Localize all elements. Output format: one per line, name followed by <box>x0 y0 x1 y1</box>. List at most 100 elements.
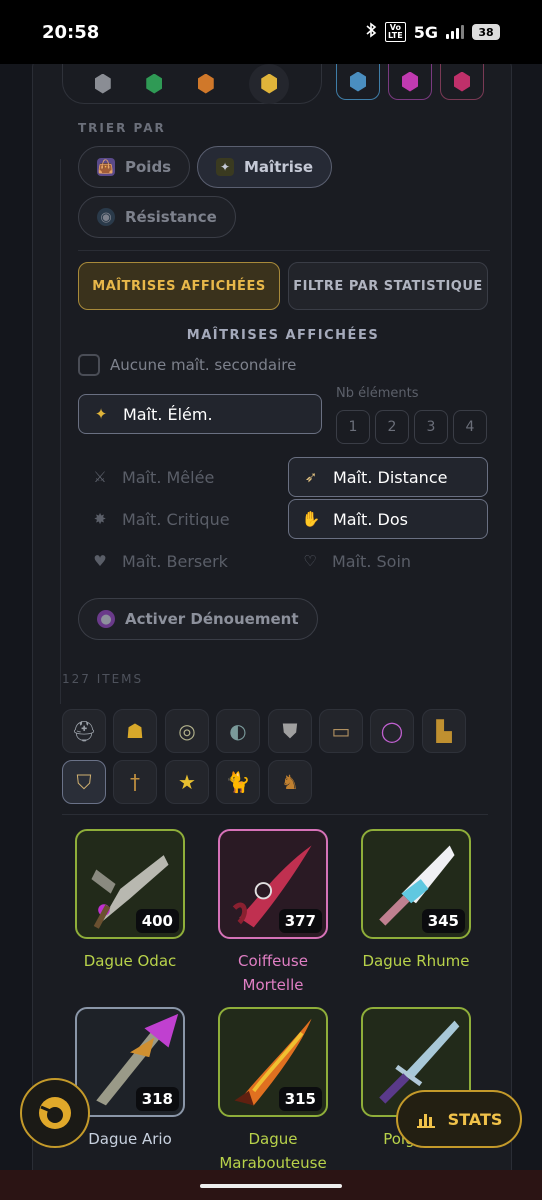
tab-shown-masteries[interactable]: MAÎTRISES AFFICHÉES <box>78 262 280 310</box>
mastery-berserk-toggle[interactable]: ♥ Maît. Berserk <box>78 541 278 581</box>
category-amulet[interactable]: ◎ <box>165 709 209 753</box>
gem-pink-icon <box>454 71 470 92</box>
sort-weight-button[interactable]: 👜 Poids <box>78 146 191 188</box>
mastery-critical-toggle[interactable]: ✸ Maît. Critique <box>78 499 278 539</box>
mount-icon: ♞ <box>281 770 299 794</box>
gem-gold-icon <box>261 73 278 94</box>
critical-icon: ✸ <box>93 510 107 528</box>
mastery-distance-toggle[interactable]: ➶ Maît. Distance <box>288 457 488 497</box>
home-handle[interactable] <box>200 1184 342 1188</box>
mastery-melee-toggle[interactable]: ⚔ Maît. Mêlée <box>78 457 278 497</box>
sort-resistance-button[interactable]: ◉ Résistance <box>78 196 236 238</box>
item-name-text: Coiffeuse Mortelle <box>238 952 308 994</box>
status-bar: 20:58 Vo LTE 5G 38 <box>0 0 542 64</box>
shield-icon: ⛉ <box>76 770 92 794</box>
category-shoulders[interactable]: ◐ <box>216 709 260 753</box>
item-name: Dague Rhume <box>351 949 481 973</box>
item-level: 377 <box>278 909 322 933</box>
activate-denouement-button[interactable]: ● Activer Dénouement <box>78 598 318 640</box>
items-count: 127 ITEMS <box>62 672 144 686</box>
item-name-text: Dague Odac <box>83 952 177 970</box>
tab-stat-filter[interactable]: FILTRE PAR STATISTIQUE <box>288 262 488 310</box>
battery-icon: 38 <box>472 24 500 40</box>
distance-icon: ➶ <box>304 468 318 486</box>
status-icons: Vo LTE 5G 38 <box>365 22 500 42</box>
pet-icon: 🐈 <box>225 770 251 794</box>
item-card[interactable]: 400 <box>75 829 185 939</box>
category-dagger[interactable]: † <box>113 760 157 804</box>
nb-elements-2-button[interactable]: 2 <box>375 410 409 444</box>
rarity-selector <box>62 64 322 104</box>
item-level: 318 <box>135 1087 179 1111</box>
berserk-icon: ♥ <box>93 552 107 570</box>
nb-elements-3-button[interactable]: 3 <box>414 410 448 444</box>
app-logo-button[interactable] <box>20 1078 90 1148</box>
gem-blue-button[interactable] <box>336 64 380 100</box>
nb-elements-1-button[interactable]: 1 <box>336 410 370 444</box>
category-cape[interactable]: ☗ <box>113 709 157 753</box>
mastery-heal-toggle[interactable]: ♡ Maît. Soin <box>288 541 488 581</box>
mastery-icon: ✦ <box>216 158 234 176</box>
no-secondary-label: Aucune maît. secondaire <box>110 356 297 374</box>
dagger-icon: † <box>130 770 140 794</box>
gem-orange-icon[interactable] <box>197 73 214 94</box>
item-name-text: Dague Marabouteuse <box>219 1130 327 1170</box>
mastery-back-toggle[interactable]: ✋ Maît. Dos <box>288 499 488 539</box>
back-icon: ✋ <box>301 510 321 528</box>
category-mount[interactable]: ♞ <box>268 760 312 804</box>
mastery-back-label: Maît. Dos <box>333 509 408 529</box>
helmet-icon: ⛑ <box>71 719 97 743</box>
category-pet[interactable]: 🐈 <box>216 760 260 804</box>
category-helmet[interactable]: ⛑ <box>62 709 106 753</box>
item-card[interactable]: 318 <box>75 1007 185 1117</box>
panel-divider-vertical <box>60 159 61 704</box>
category-belt[interactable]: ▭ <box>319 709 363 753</box>
gem-purple-button[interactable] <box>388 64 432 100</box>
mastery-elemental-label: Maît. Élém. <box>123 404 213 424</box>
category-chest[interactable]: ⛊ <box>268 709 312 753</box>
resistance-icon: ◉ <box>97 208 115 226</box>
item-name: Dague Marabouteuse <box>208 1127 338 1170</box>
item-level: 400 <box>135 909 179 933</box>
nb-elements-label: Nb éléments <box>336 386 419 401</box>
item-card[interactable]: 315 <box>218 1007 328 1117</box>
gem-green-icon[interactable] <box>146 73 163 94</box>
chest-icon: ⛊ <box>282 719 298 743</box>
sort-mastery-button[interactable]: ✦ Maîtrise <box>197 146 333 188</box>
star-icon: ★ <box>178 770 196 794</box>
ring-icon: ◯ <box>380 719 404 743</box>
cape-icon: ☗ <box>126 719 144 743</box>
gem-purple-icon <box>402 71 418 92</box>
category-shield[interactable]: ⛉ <box>62 760 106 804</box>
gem-gold-selected[interactable] <box>249 64 290 104</box>
gem-gray-icon[interactable] <box>94 73 111 94</box>
category-boots[interactable]: ▙ <box>422 709 466 753</box>
stats-label: STATS <box>447 1109 503 1129</box>
boots-icon: ▙ <box>436 719 452 743</box>
bar-chart-icon <box>416 1114 435 1128</box>
bluetooth-icon <box>365 22 377 42</box>
item-level: 345 <box>421 909 465 933</box>
item-card[interactable]: 345 <box>361 829 471 939</box>
nb-elements-4-button[interactable]: 4 <box>453 410 487 444</box>
clock: 20:58 <box>42 21 100 43</box>
volte-badge: Vo LTE <box>385 22 406 42</box>
stats-button[interactable]: STATS <box>396 1090 522 1148</box>
divider <box>78 250 490 251</box>
mastery-critical-label: Maît. Critique <box>122 509 230 529</box>
melee-icon: ⚔ <box>93 468 107 486</box>
sort-resistance-label: Résistance <box>125 208 217 226</box>
item-name: Dague Odac <box>65 949 195 973</box>
category-ring[interactable]: ◯ <box>370 709 414 753</box>
app-page: TRIER PAR 👜 Poids ✦ Maîtrise ◉ Résistanc… <box>0 64 542 1170</box>
category-star[interactable]: ★ <box>165 760 209 804</box>
denouement-label: Activer Dénouement <box>125 610 299 628</box>
gem-pink-button[interactable] <box>440 64 484 100</box>
mastery-distance-label: Maît. Distance <box>333 467 448 487</box>
mastery-elemental-toggle[interactable]: ✦ Maît. Élém. <box>78 394 322 434</box>
item-name-text: Dague Rhume <box>362 952 470 970</box>
item-card[interactable]: 377 <box>218 829 328 939</box>
sort-weight-label: Poids <box>125 158 172 176</box>
weight-bag-icon: 👜 <box>97 158 115 176</box>
no-secondary-checkbox[interactable] <box>78 354 100 376</box>
